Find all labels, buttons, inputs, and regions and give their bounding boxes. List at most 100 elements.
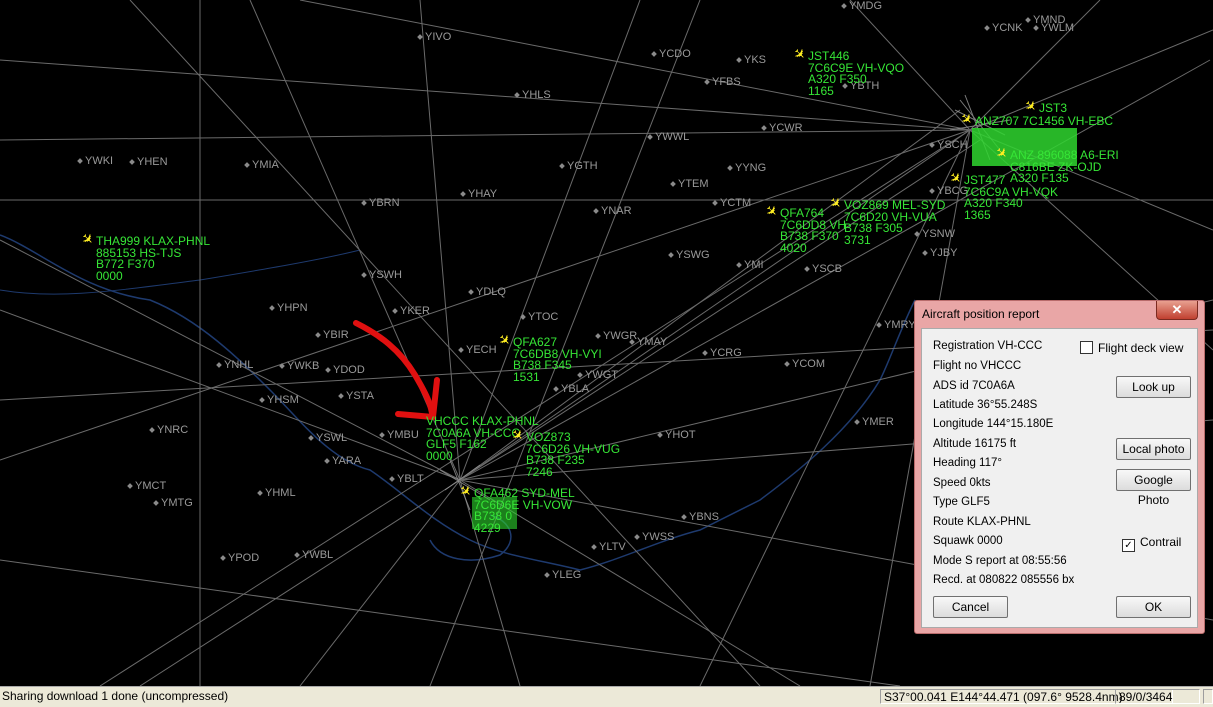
waypoint-icon xyxy=(220,555,226,561)
waypoint: YBLT xyxy=(389,473,424,485)
waypoint: YBNS xyxy=(681,511,719,523)
waypoint: YHPN xyxy=(269,302,308,314)
waypoint-icon xyxy=(127,483,133,489)
waypoint: YMBU xyxy=(379,429,419,441)
checkbox-box[interactable]: ✓ xyxy=(1122,539,1135,552)
waypoint: YHEN xyxy=(129,156,168,168)
aircraft-label[interactable]: ✈ QFA462 SYD-MEL 7C6D6E VH-VOW B738 0 42… xyxy=(456,481,575,534)
waypoint-icon xyxy=(279,363,285,369)
cancel-button[interactable]: Cancel xyxy=(933,596,1008,618)
aircraft-position-report-dialog: Aircraft position report ✕ Registration … xyxy=(914,300,1205,634)
checkbox-box[interactable] xyxy=(1080,341,1093,354)
waypoint-icon xyxy=(736,57,742,63)
waypoint: YHOT xyxy=(657,429,696,441)
waypoint: YCWR xyxy=(761,122,803,134)
waypoint-icon xyxy=(361,200,367,206)
waypoint-icon xyxy=(761,125,767,131)
waypoint: YLEG xyxy=(544,569,581,581)
waypoint: YSCB xyxy=(804,263,842,275)
waypoint-icon xyxy=(259,397,265,403)
close-button[interactable]: ✕ xyxy=(1156,301,1198,320)
waypoint-icon xyxy=(392,308,398,314)
ok-button[interactable]: OK xyxy=(1116,596,1191,618)
longitude-field: Longitude 144°15.180E xyxy=(933,418,1054,430)
status-bar: Sharing download 1 done (uncompressed) S… xyxy=(0,686,1213,707)
waypoint-icon xyxy=(841,3,847,9)
waypoint-icon xyxy=(929,188,935,194)
waypoint: YWSS xyxy=(634,531,674,543)
waypoint-icon xyxy=(216,362,222,368)
aircraft-squawk: 7246 xyxy=(526,464,553,479)
waypoint-icon xyxy=(647,134,653,140)
waypoint: YWWL xyxy=(647,131,689,143)
waypoint: YMTG xyxy=(153,497,193,509)
aircraft-squawk: 0000 xyxy=(426,448,453,463)
waypoint: YMIA xyxy=(244,159,279,171)
waypoint: YBCG xyxy=(929,185,968,197)
altitude-field: Altitude 16175 ft xyxy=(933,438,1017,450)
flight-deck-view-checkbox[interactable]: Flight deck view xyxy=(1080,341,1183,355)
checkbox-label: Flight deck view xyxy=(1098,341,1184,355)
aircraft-label[interactable]: ✈ VOZ869 MEL-SYD 7C6D20 VH-VUA B738 F305… xyxy=(826,193,945,247)
waypoint: YGTH xyxy=(559,160,598,172)
waypoint: YMI xyxy=(736,259,764,271)
waypoint: YNAR xyxy=(593,205,632,217)
aircraft-squawk: 0000 xyxy=(96,268,123,283)
waypoint-icon xyxy=(651,51,657,57)
waypoint-icon xyxy=(269,305,275,311)
waypoint-icon xyxy=(520,314,526,320)
aircraft-label[interactable]: ✈ JST3 xyxy=(1021,96,1067,116)
red-arrow-head xyxy=(395,377,440,420)
waypoint-icon xyxy=(804,266,810,272)
waypoint-icon xyxy=(784,361,790,367)
aircraft-label[interactable]: ✈ JST446 7C6C9E VH-VQO A320 F350 1165 xyxy=(790,44,904,98)
waypoint-icon xyxy=(389,476,395,482)
waypoint: YSWH xyxy=(361,269,402,281)
aircraft-label[interactable]: ✈ QFA764 7C6DD8 VH B738 F370 4020 xyxy=(762,201,846,254)
waypoint-icon xyxy=(361,272,367,278)
speed-field: Speed 0kts xyxy=(933,477,991,489)
waypoint: YWKI xyxy=(77,155,113,167)
waypoint: YMDG xyxy=(841,0,882,12)
aircraft-label[interactable]: ✈ JST477 7C6C9A VH-VQK A320 F340 1365 xyxy=(946,168,1058,222)
coastline xyxy=(0,234,916,571)
waypoint: YLTV xyxy=(591,541,626,553)
aircraft-squawk: 1165 xyxy=(808,83,834,98)
aircraft-squawk: 3731 xyxy=(844,232,871,247)
waypoint: YMCT xyxy=(127,480,166,492)
ads-id-field: ADS id 7C0A6A xyxy=(933,380,1015,392)
waypoint: YMER xyxy=(854,416,894,428)
aircraft-squawk: 1365 xyxy=(964,207,991,222)
flight-no-field: Flight no VHCCC xyxy=(933,360,1022,372)
waypoint: YCTM xyxy=(712,197,751,209)
received-at-field: Recd. at 080822 085556 bx xyxy=(933,574,1075,586)
waypoint: YECH xyxy=(458,344,497,356)
google-photo-button[interactable]: Google Photo xyxy=(1116,469,1191,507)
waypoint: YPOD xyxy=(220,552,259,564)
aircraft-label[interactable]: ✈ ANZ707 7C1456 VH-EBC xyxy=(957,109,1113,129)
aircraft-label[interactable]: ✈ THA999 KLAX-PHNL 885153 HS-TJS B772 F3… xyxy=(78,229,210,283)
contrail-checkbox[interactable]: ✓ Contrail xyxy=(1122,535,1181,552)
waypoint-icon xyxy=(308,435,314,441)
route-field: Route KLAX-PHNL xyxy=(933,516,1031,528)
waypoint-icon xyxy=(153,500,159,506)
aircraft-label[interactable]: ✈ QFA627 7C6DB8 VH-VYI B738 F345 1531 xyxy=(495,330,602,383)
waypoint-icon xyxy=(338,393,344,399)
waypoint-icon xyxy=(315,332,321,338)
waypoint: YTEM xyxy=(670,178,709,190)
local-photo-button[interactable]: Local photo xyxy=(1116,438,1191,460)
waypoint-icon xyxy=(922,250,928,256)
look-up-button[interactable]: Look up xyxy=(1116,376,1191,398)
waypoint: YNHL xyxy=(216,359,253,371)
waypoint: YCDO xyxy=(651,48,691,60)
waypoint-icon xyxy=(591,544,597,550)
waypoint-icon xyxy=(514,92,520,98)
waypoint-icon xyxy=(712,200,718,206)
waypoint: YWKB xyxy=(279,360,319,372)
waypoint-icon xyxy=(876,322,882,328)
aircraft-label[interactable]: ✈ VOZ873 7C6D26 VH-VUG B738 F235 7246 xyxy=(508,425,620,479)
waypoint: YWBL xyxy=(294,549,333,561)
waypoint-icon xyxy=(704,79,710,85)
waypoint-icon xyxy=(629,339,635,345)
waypoint-icon xyxy=(1025,17,1031,23)
